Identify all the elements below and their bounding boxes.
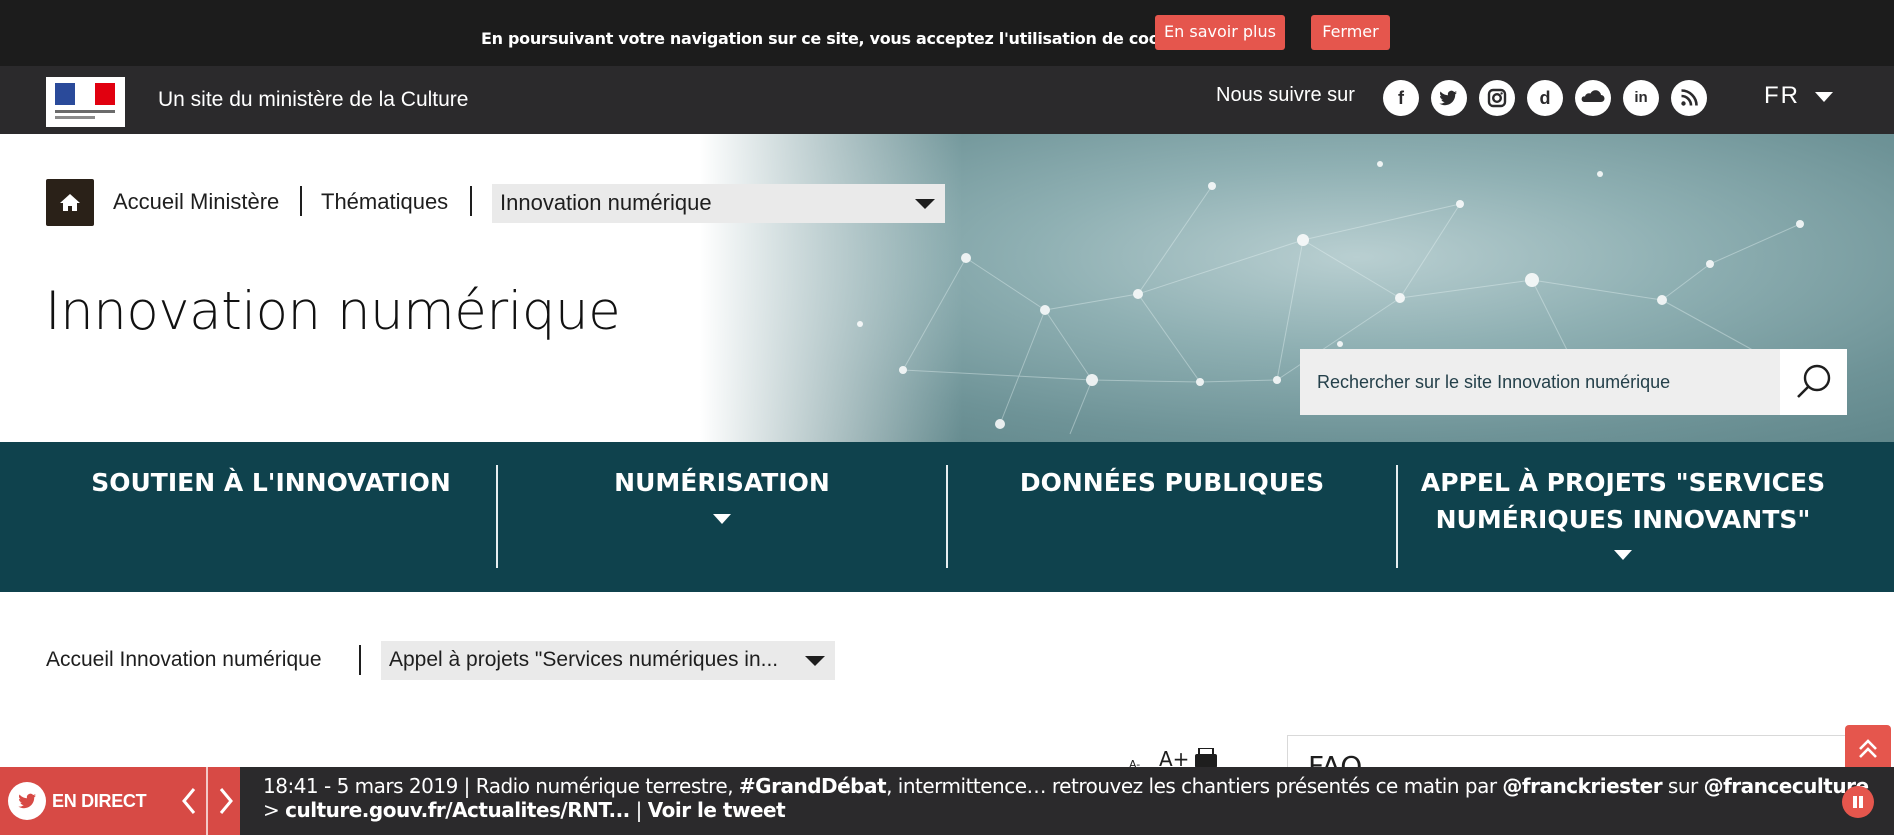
live-label: EN DIRECT [52,791,147,811]
nav-numerisation[interactable]: NUMÉRISATION [498,442,946,592]
chevron-down-icon[interactable] [713,514,731,524]
tweet-url-link[interactable]: culture.gouv.fr/Actualites/RNT... [285,798,630,822]
live-ticker: EN DIRECT 18:41 - 5 mars 2019 | Radio nu… [0,767,1894,835]
chevron-down-icon[interactable] [1614,550,1632,560]
ministry-link[interactable]: Un site du ministère de la Culture [158,88,468,112]
next-button[interactable] [208,767,244,835]
breadcrumb-innovation-home[interactable]: Accueil Innovation numérique [46,648,322,672]
flag-icon [55,83,115,105]
live-panel: EN DIRECT [0,767,240,835]
top-header: Un site du ministère de la Culture Nous … [0,66,1894,134]
twitter-icon[interactable] [1431,80,1467,116]
tweet-text-line2: > culture.gouv.fr/Actualites/RNT... | Vo… [263,798,1823,822]
nav-label: DONNÉES PUBLIQUES [1019,468,1325,497]
page-tools: A- A+ [1125,747,1225,771]
double-chevron-up-icon [1859,739,1877,758]
dailymotion-icon[interactable]: d [1527,80,1563,116]
tweet-text: , intermittence… retrouvez les chantiers… [886,774,1503,798]
pause-button[interactable] [1842,786,1874,818]
search-input[interactable] [1300,349,1780,415]
tweet-text: > [263,798,286,822]
font-increase-icon: A+ [1159,748,1189,768]
hashtag-link[interactable]: #GrandDébat [739,774,887,798]
nav-appel-a-projets[interactable]: APPEL À PROJETS "SERVICES NUMÉRIQUES INN… [1398,442,1848,592]
nav-label: SOUTIEN À L'INNOVATION [91,468,451,497]
main-navigation: SOUTIEN À L'INNOVATION NUMÉRISATION DONN… [0,442,1894,592]
learn-more-button[interactable]: En savoir plus [1155,15,1285,50]
mention-link[interactable]: @franckriester [1502,774,1662,798]
thematique-select[interactable]: Innovation numérique [492,184,945,223]
nav-label: NUMÉRIQUES INNOVANTS" [1435,505,1811,534]
tweet-text-line1: 18:41 - 5 mars 2019 | Radio numérique te… [263,774,1869,798]
tweet-text: sur [1662,774,1704,798]
chevron-right-icon [219,788,233,814]
section-select[interactable]: Appel à projets "Services numériques in.… [381,641,835,680]
close-cookie-button[interactable]: Fermer [1311,15,1390,50]
search-box [1300,349,1847,415]
breadcrumb-thematiques[interactable]: Thématiques [321,189,448,215]
chevron-down-icon [915,199,935,209]
chevron-down-icon[interactable] [1815,92,1833,102]
home-icon [60,194,80,211]
home-button[interactable] [46,179,94,226]
nav-label: APPEL À PROJETS "SERVICES [1420,468,1826,497]
previous-button[interactable] [172,767,208,835]
twitter-icon [8,782,46,820]
breadcrumb-ministere[interactable]: Accueil Ministère [113,189,279,215]
cookie-message: En poursuivant votre navigation sur ce s… [481,29,1201,48]
breadcrumb-divider [300,186,302,216]
nav-soutien-innovation[interactable]: SOUTIEN À L'INNOVATION [46,442,496,592]
nav-label: NUMÉRISATION [614,468,830,497]
instagram-icon[interactable] [1479,80,1515,116]
chevron-left-icon [182,788,196,814]
soundcloud-icon[interactable] [1575,80,1611,116]
pause-icon [1853,796,1863,808]
tweet-text: 18:41 - 5 mars 2019 | Radio numérique te… [263,774,739,798]
cookie-bar: En poursuivant votre navigation sur ce s… [0,0,1894,66]
nav-donnees-publiques[interactable]: DONNÉES PUBLIQUES [948,442,1396,592]
view-tweet-link[interactable]: Voir le tweet [648,798,786,822]
tweet-text: | [629,798,648,822]
chevron-down-icon [805,656,825,666]
page-title: Innovation numérique [45,281,621,342]
section-select-value: Appel à projets "Services numériques in.… [389,648,779,671]
follow-label: Nous suivre sur [1216,84,1355,106]
breadcrumb-divider [470,186,472,216]
linkedin-icon[interactable]: in [1623,80,1659,116]
breadcrumb-divider [359,645,361,675]
facebook-icon[interactable]: f [1383,80,1419,116]
marianne-logo[interactable] [46,77,125,127]
scroll-top-button[interactable] [1845,725,1891,771]
hero: Accueil Ministère Thématiques Innovation… [0,134,1894,442]
search-icon [1797,364,1831,398]
search-button[interactable] [1780,349,1847,415]
rss-icon[interactable] [1671,80,1707,116]
thematique-select-value: Innovation numérique [500,190,712,215]
language-selector[interactable]: FR [1764,82,1800,110]
